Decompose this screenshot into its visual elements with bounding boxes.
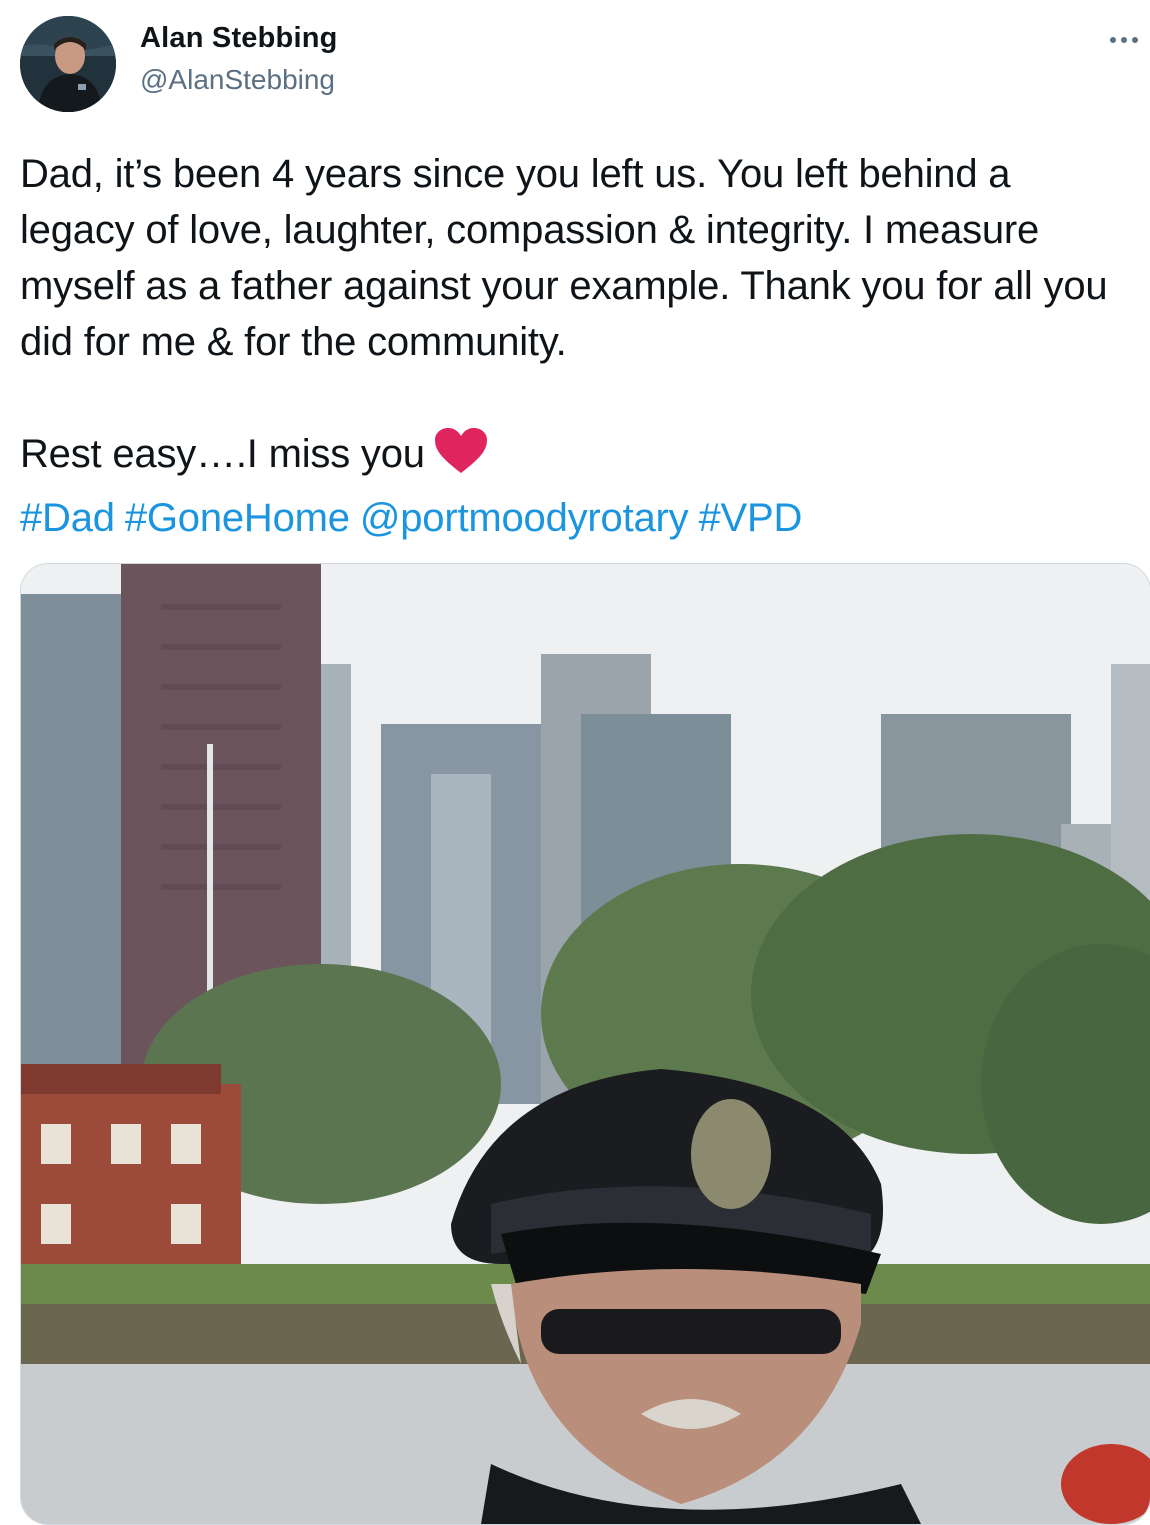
avatar[interactable] <box>20 16 116 112</box>
tweet-text: Dad, it’s been 4 years since you left us… <box>20 146 1135 546</box>
tweet-photo[interactable] <box>20 563 1150 1525</box>
mention-portmoodyrotary[interactable]: @portmoodyrotary <box>360 496 689 540</box>
hashtag-gonehome[interactable]: #GoneHome <box>125 496 350 540</box>
red-heart-icon <box>433 427 489 490</box>
author-display-name[interactable]: Alan Stebbing <box>140 22 338 55</box>
hashtag-vpd[interactable]: #VPD <box>698 496 802 540</box>
author-handle[interactable]: @AlanStebbing <box>140 64 335 96</box>
tweet: Alan Stebbing @AlanStebbing Dad, it’s be… <box>0 0 1150 1525</box>
tweet-tags: #Dad #GoneHome @portmoodyrotary #VPD <box>20 490 1135 546</box>
tweet-closing-line: Rest easy….I miss you <box>20 426 1135 490</box>
more-horizontal-icon <box>1110 37 1138 43</box>
hashtag-dad[interactable]: #Dad <box>20 496 115 540</box>
closing-text: Rest easy….I miss you <box>20 432 425 476</box>
tweet-paragraph: Dad, it’s been 4 years since you left us… <box>20 152 1108 364</box>
more-options-button[interactable] <box>1104 22 1144 58</box>
